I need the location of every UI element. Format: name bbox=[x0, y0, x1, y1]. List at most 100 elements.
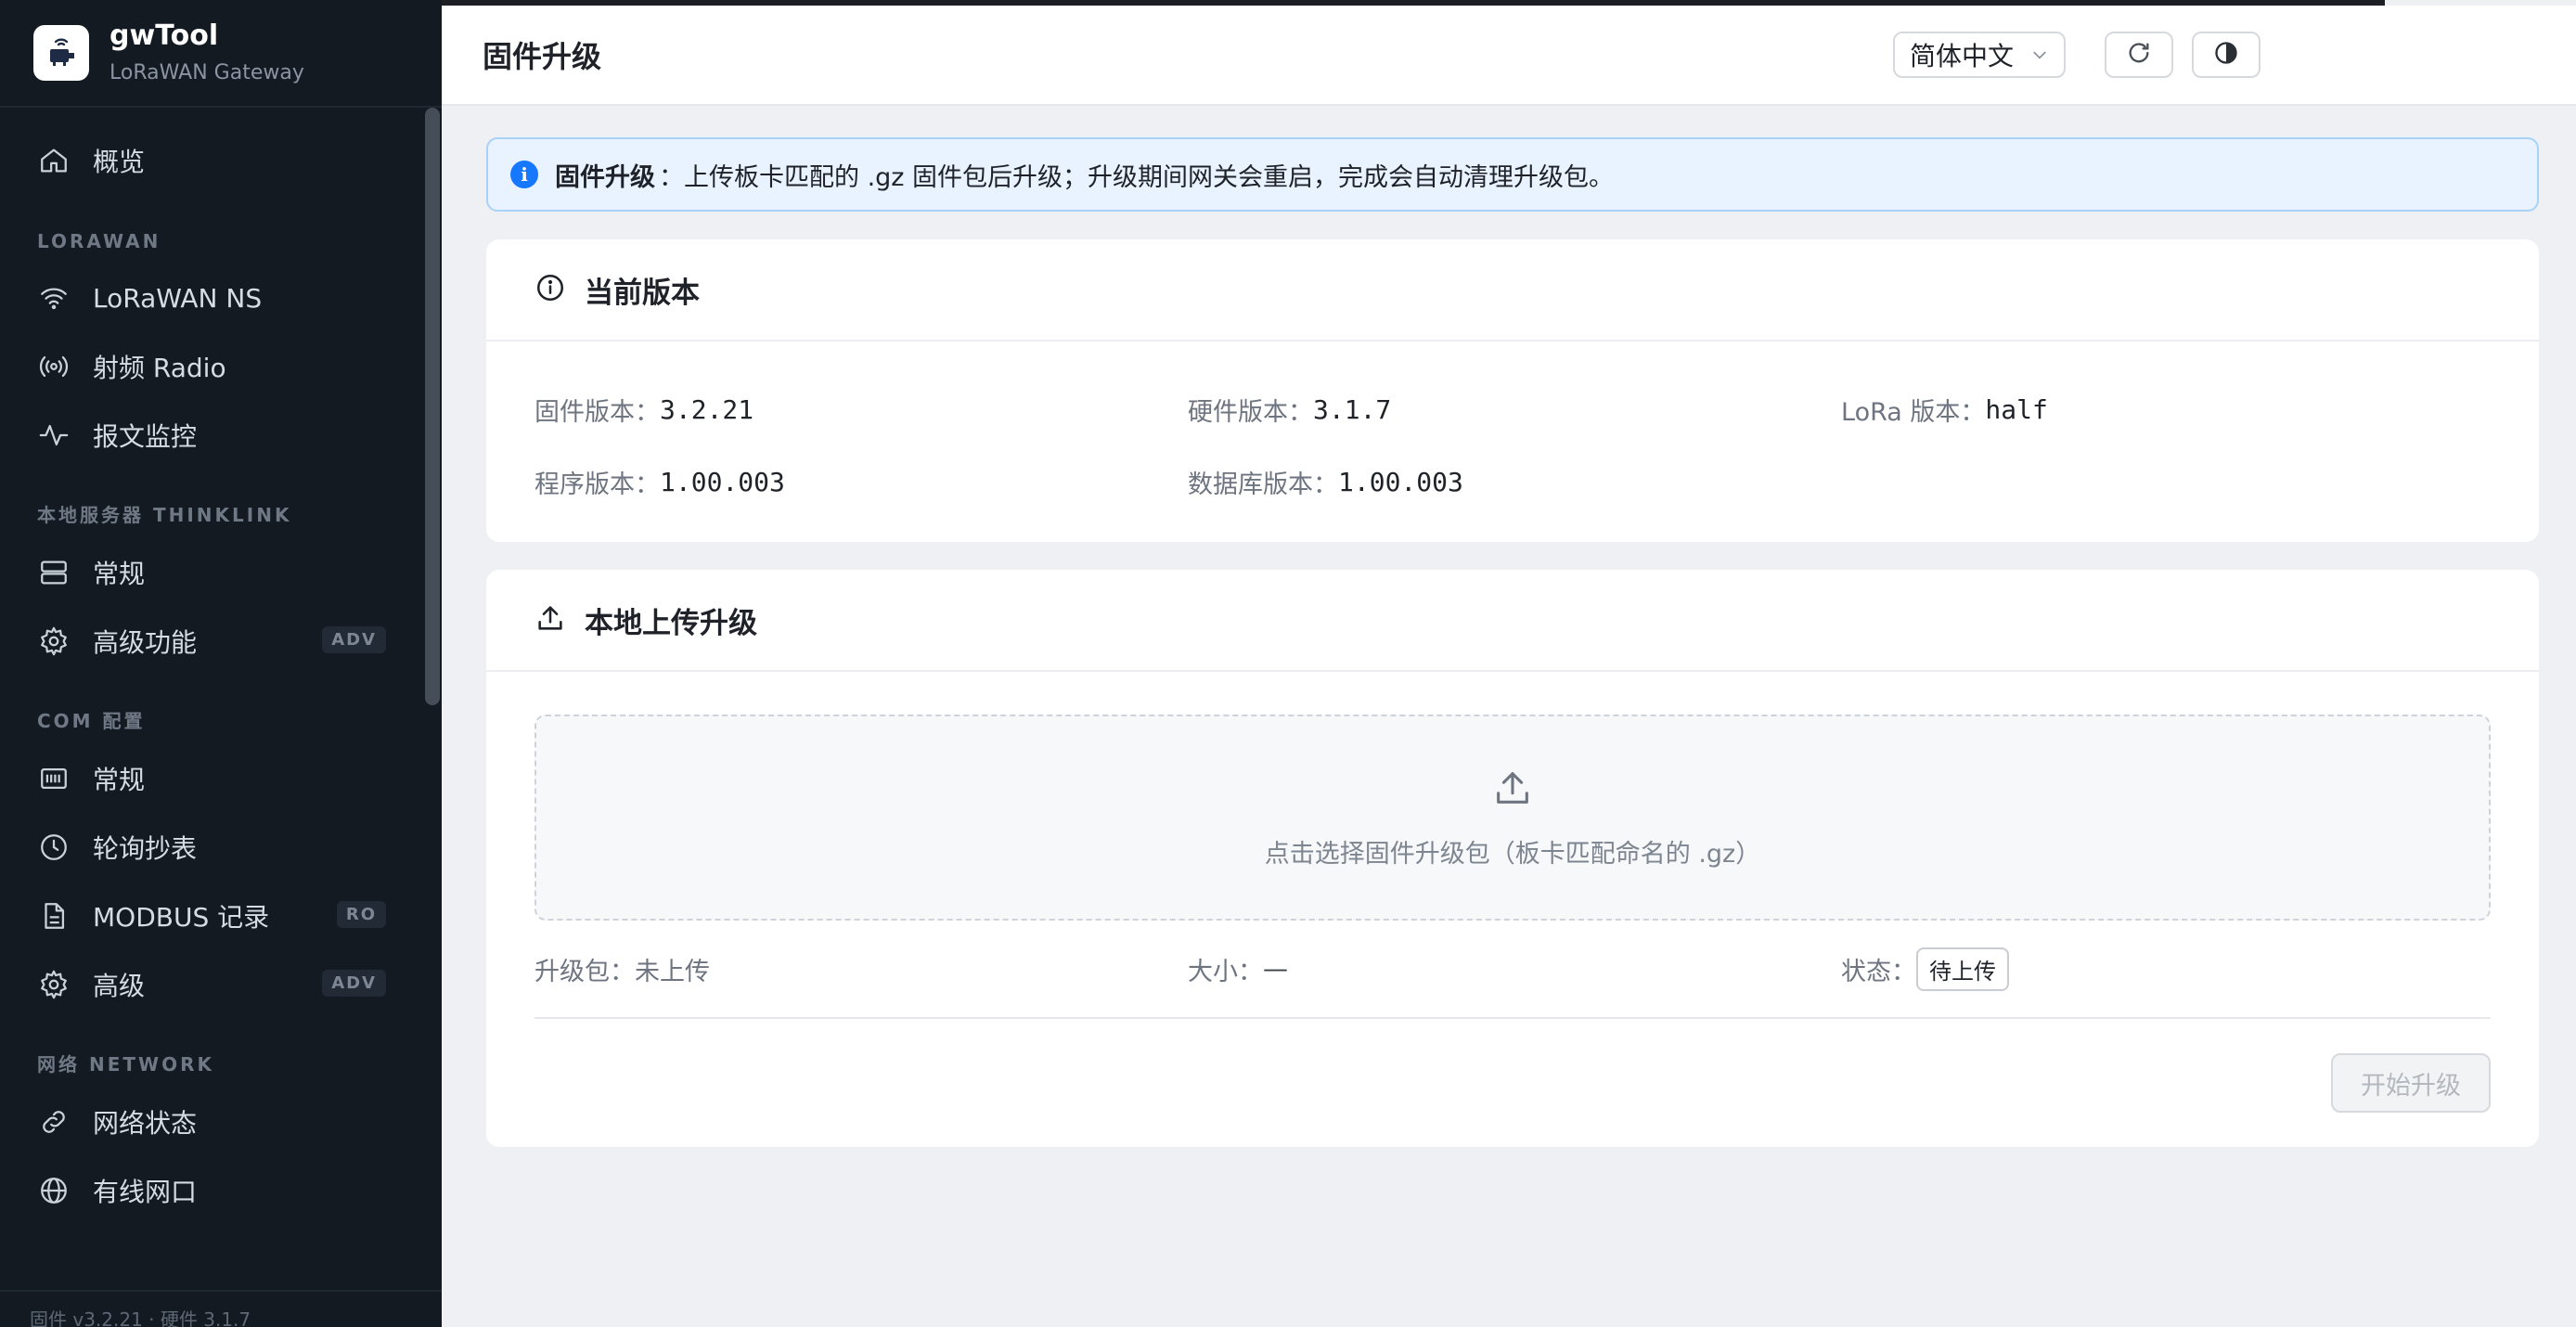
sidebar-section-com: COM 配置 bbox=[37, 710, 146, 732]
server-icon bbox=[37, 556, 71, 589]
language-select[interactable]: 简体中文 bbox=[1893, 32, 2066, 78]
field-label: 数据库版本： bbox=[1188, 470, 1338, 499]
contrast-icon bbox=[2213, 40, 2239, 70]
program-version: 程序版本： 1.00.003 bbox=[535, 445, 1188, 518]
clock-icon bbox=[37, 831, 71, 864]
sidebar-item-thinklink-advanced[interactable]: 高级功能 ADV bbox=[0, 607, 442, 676]
package-info: 升级包： 未上传 bbox=[535, 951, 1188, 987]
sidebar-footer: 固件 v3.2.21 · 硬件 3.1.7 bbox=[0, 1290, 442, 1327]
ro-badge: RO bbox=[336, 901, 386, 928]
field-label: 硬件版本： bbox=[1188, 397, 1313, 427]
sidebar-item-overview[interactable]: 概览 bbox=[0, 126, 442, 195]
gear-icon bbox=[37, 625, 71, 658]
field-value: half bbox=[1985, 393, 2048, 425]
size-value: — bbox=[1263, 954, 1288, 984]
card-header: 本地上传升级 bbox=[486, 570, 2539, 672]
local-upload-card: 本地上传升级 点击选择固件升级包（板卡匹配命名的 .gz） 升级包： 未上传 大… bbox=[486, 570, 2539, 1147]
field-label: 状态： bbox=[1841, 957, 1916, 986]
sidebar-item-modbus-log[interactable]: MODBUS 记录 RO bbox=[0, 882, 442, 950]
info-alert: i 固件升级 ：上传板卡匹配的 .gz 固件包后升级；升级期间网关会重启，完成会… bbox=[486, 137, 2539, 212]
sidebar-item-thinklink-general[interactable]: 常规 bbox=[0, 538, 442, 607]
current-version-card: 当前版本 固件版本： 3.2.21 硬件版本： 3.1.7 LoRa 版本： h… bbox=[486, 239, 2539, 542]
start-upgrade-button[interactable]: 开始升级 bbox=[2331, 1053, 2491, 1113]
field-label: 升级包： bbox=[535, 957, 635, 986]
adv-badge: ADV bbox=[322, 970, 386, 997]
field-label: 大小： bbox=[1188, 957, 1263, 986]
brand[interactable]: gwTool LoRaWAN Gateway bbox=[0, 0, 442, 108]
sidebar-item-packet-monitor[interactable]: 报文监控 bbox=[0, 401, 442, 470]
main-content: i 固件升级 ：上传板卡匹配的 .gz 固件包后升级；升级期间网关会重启，完成会… bbox=[486, 137, 2539, 1147]
info-icon: i bbox=[510, 161, 538, 188]
card-header: 当前版本 bbox=[486, 239, 2539, 341]
sidebar-item-wired-port[interactable]: 有线网口 bbox=[0, 1156, 442, 1225]
sidebar-item-network-status[interactable]: 网络状态 bbox=[0, 1088, 442, 1156]
sidebar-scrollbar[interactable] bbox=[425, 108, 440, 705]
status-badge: 待上传 bbox=[1916, 947, 2009, 991]
sidebar-item-label: 有线网口 bbox=[93, 1177, 198, 1207]
firmware-dropzone[interactable]: 点击选择固件升级包（板卡匹配命名的 .gz） bbox=[535, 715, 2491, 921]
dropzone-text: 点击选择固件升级包（板卡匹配命名的 .gz） bbox=[1264, 839, 1761, 869]
sidebar-item-label: MODBUS 记录 bbox=[93, 902, 270, 933]
hardware-version: 硬件版本： 3.1.7 bbox=[1188, 373, 1841, 445]
upload-status-row: 升级包： 未上传 大小： — 状态： 待上传 bbox=[535, 921, 2491, 1019]
sidebar-item-label: 常规 bbox=[93, 559, 146, 589]
sidebar-item-lorawan-ns[interactable]: LoRaWAN NS bbox=[0, 264, 442, 332]
field-label: 固件版本： bbox=[535, 397, 660, 427]
status-info: 状态： 待上传 bbox=[1841, 947, 2494, 991]
firmware-version: 固件版本： 3.2.21 bbox=[535, 373, 1188, 445]
sidebar-item-label: LoRaWAN NS bbox=[93, 282, 263, 314]
size-info: 大小： — bbox=[1188, 951, 1841, 987]
app-logo-icon bbox=[33, 25, 89, 81]
card-title: 当前版本 bbox=[585, 276, 700, 310]
field-label: 程序版本： bbox=[535, 470, 660, 499]
sidebar-item-label: 常规 bbox=[93, 765, 146, 795]
refresh-icon bbox=[2126, 40, 2152, 70]
sidebar-item-label: 网络状态 bbox=[93, 1108, 198, 1139]
radio-icon bbox=[37, 350, 71, 383]
info-circle-icon bbox=[535, 272, 585, 307]
field-label: LoRa 版本： bbox=[1841, 397, 1986, 427]
page-title: 固件升级 bbox=[483, 39, 602, 74]
sidebar-item-label: 概览 bbox=[93, 147, 146, 177]
refresh-button[interactable] bbox=[2105, 32, 2173, 78]
card-title: 本地上传升级 bbox=[585, 606, 757, 640]
lora-version: LoRa 版本： half bbox=[1841, 373, 2494, 445]
barcode-icon bbox=[37, 762, 71, 795]
package-value: 未上传 bbox=[635, 957, 710, 986]
sidebar: gwTool LoRaWAN Gateway 概览 LORAWAN LoRaWA… bbox=[0, 0, 442, 1327]
link-icon bbox=[37, 1105, 71, 1139]
alert-title: 固件升级 bbox=[555, 162, 655, 192]
app-name: gwTool bbox=[109, 19, 219, 52]
upload-icon bbox=[1491, 767, 1534, 833]
page-header: 固件升级 简体中文 bbox=[442, 6, 2576, 106]
upload-icon bbox=[535, 602, 585, 638]
sidebar-item-com-general[interactable]: 常规 bbox=[0, 744, 442, 813]
chevron-down-icon bbox=[2030, 40, 2049, 71]
sidebar-section-network: 网络 NETWORK bbox=[37, 1053, 214, 1076]
field-value: 3.1.7 bbox=[1313, 393, 1392, 425]
sidebar-item-label: 报文监控 bbox=[93, 421, 198, 452]
field-value: 1.00.003 bbox=[1338, 466, 1463, 497]
header-actions: 简体中文 bbox=[1893, 32, 2260, 78]
wifi-icon bbox=[37, 281, 71, 315]
sidebar-item-label: 高级 bbox=[93, 971, 146, 1001]
activity-icon bbox=[37, 419, 71, 452]
alert-text: ：上传板卡匹配的 .gz 固件包后升级；升级期间网关会重启，完成会自动清理升级包… bbox=[659, 162, 1615, 192]
theme-toggle-button[interactable] bbox=[2192, 32, 2260, 78]
adv-badge: ADV bbox=[322, 626, 386, 653]
globe-icon bbox=[37, 1174, 71, 1207]
home-icon bbox=[37, 144, 71, 177]
sidebar-item-label: 射频 Radio bbox=[93, 353, 226, 383]
sidebar-item-polling[interactable]: 轮询抄表 bbox=[0, 813, 442, 882]
sidebar-nav: 概览 LORAWAN LoRaWAN NS 射频 Radio 报文监控 本地服务… bbox=[0, 108, 442, 1225]
app-subtitle: LoRaWAN Gateway bbox=[109, 61, 304, 84]
field-value: 3.2.21 bbox=[660, 393, 754, 425]
sidebar-item-label: 高级功能 bbox=[93, 627, 198, 658]
sidebar-section-thinklink: 本地服务器 THINKLINK bbox=[37, 504, 292, 526]
database-version: 数据库版本： 1.00.003 bbox=[1188, 445, 1841, 518]
sidebar-item-com-advanced[interactable]: 高级 ADV bbox=[0, 950, 442, 1019]
card-actions: 开始升级 bbox=[535, 1019, 2491, 1147]
sidebar-item-radio[interactable]: 射频 Radio bbox=[0, 332, 442, 401]
document-icon bbox=[37, 899, 71, 933]
sidebar-section-lorawan: LORAWAN bbox=[37, 230, 161, 252]
